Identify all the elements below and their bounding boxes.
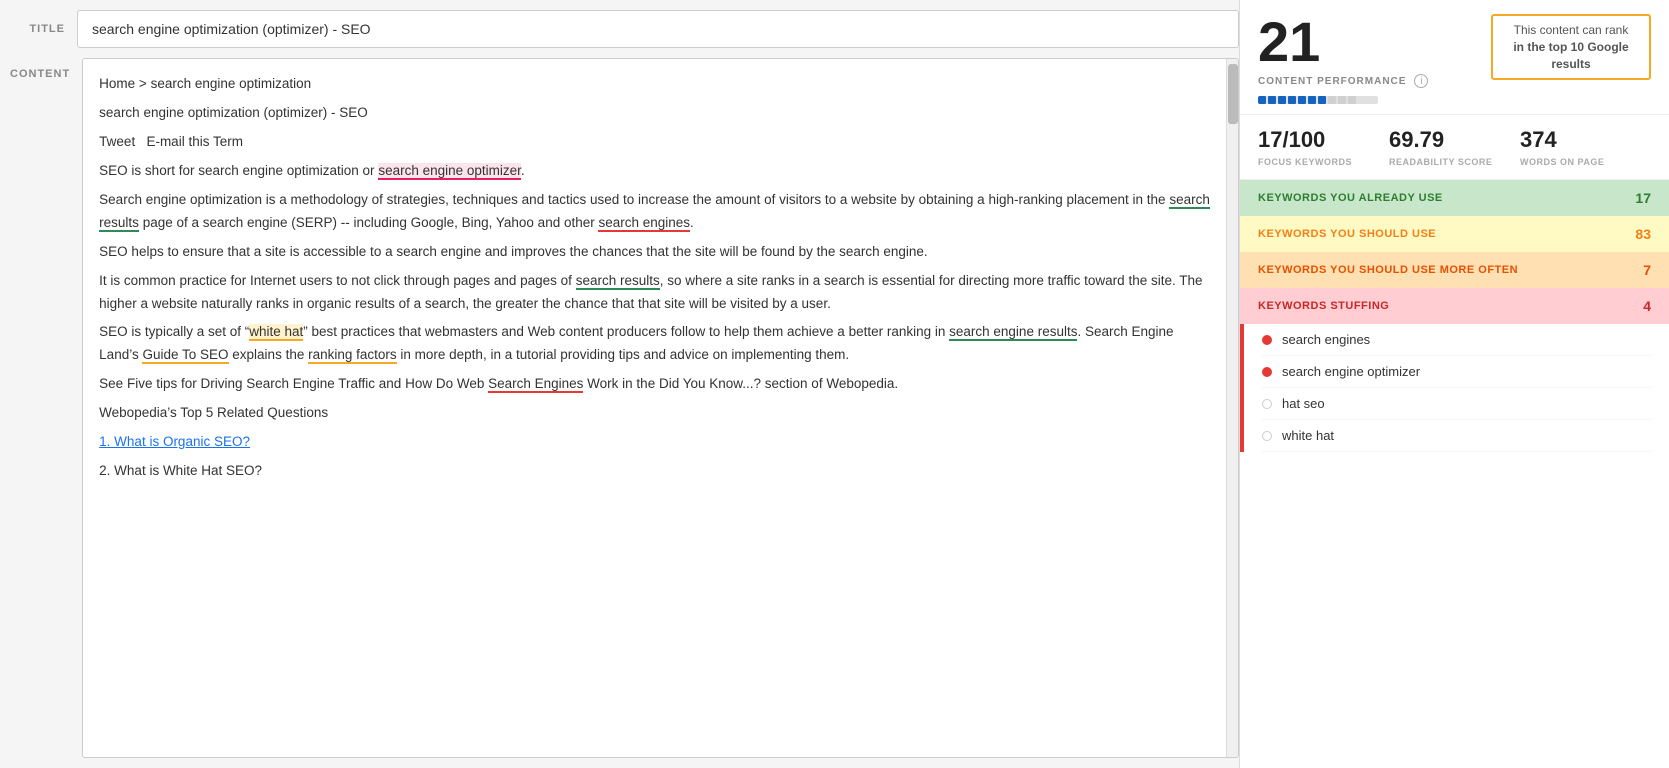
scrollbar-thumb (1228, 64, 1238, 124)
metric-words-label: WORDS ON PAGE (1520, 157, 1651, 167)
stuffing-item-white-hat: white hat (1262, 420, 1651, 452)
stuffing-item-search-engine-optimizer: search engine optimizer (1262, 356, 1651, 388)
para-7: Webopedia’s Top 5 Related Questions (99, 402, 1210, 425)
kw-stuffing-items: search engines search engine optimizer h… (1240, 324, 1669, 452)
stuffing-item-search-engines: search engines (1262, 324, 1651, 356)
kw-should-label: KEYWORDS YOU SHOULD USE (1258, 228, 1635, 240)
dot-white-hat (1262, 431, 1272, 441)
stuffing-text-search-engines: search engines (1282, 332, 1370, 347)
score-header: 21 CONTENT PERFORMANCE i (1240, 0, 1669, 115)
metrics-row: 17/100 FOCUS KEYWORDS 69.79 READABILITY … (1240, 115, 1669, 180)
para-5: SEO is typically a set of “white hat” be… (99, 321, 1210, 367)
dot-search-engine-optimizer (1262, 367, 1272, 377)
kw-already-label: KEYWORDS YOU ALREADY USE (1258, 192, 1635, 204)
kw-stuffing-label: KEYWORDS STUFFING (1258, 300, 1643, 312)
rank-badge-line1: This content can rank (1514, 23, 1629, 37)
progress-segments (1258, 96, 1378, 104)
kw-already-use[interactable]: KEYWORDS YOU ALREADY USE 17 (1240, 180, 1669, 216)
para-6: See Five tips for Driving Search Engine … (99, 373, 1210, 396)
metric-focus-keywords: 17/100 FOCUS KEYWORDS (1258, 127, 1389, 167)
stuffing-text-search-engine-optimizer: search engine optimizer (1282, 364, 1420, 379)
breadcrumb: Home > search engine optimization (99, 73, 1210, 96)
stuffing-item-hat-seo: hat seo (1262, 388, 1651, 420)
title-input[interactable] (77, 10, 1239, 48)
hl-search-results-2: search results (576, 273, 660, 290)
rank-badge: This content can rank in the top 10 Goog… (1491, 14, 1651, 80)
kw-stuffing[interactable]: KEYWORDS STUFFING 4 (1240, 288, 1669, 324)
progress-bar (1258, 96, 1378, 104)
kw-more-count: 7 (1643, 262, 1651, 278)
stuffing-text-hat-seo: hat seo (1282, 396, 1325, 411)
scrollbar[interactable] (1226, 59, 1238, 757)
hl-guide-to-seo: Guide To SEO (142, 347, 228, 364)
para-4: It is common practice for Internet users… (99, 270, 1210, 316)
stuffing-text-white-hat: white hat (1282, 428, 1334, 443)
metric-focus-keywords-value: 17/100 (1258, 127, 1389, 153)
kw-should-count: 83 (1635, 226, 1651, 242)
metric-focus-keywords-label: FOCUS KEYWORDS (1258, 157, 1389, 167)
hl-ranking-factors: ranking factors (308, 347, 397, 364)
score-block: 21 CONTENT PERFORMANCE i (1258, 14, 1428, 104)
social-links: Tweet E-mail this Term (99, 131, 1210, 154)
hl-search-engine-results: search engine results (949, 324, 1077, 341)
score-number: 21 (1258, 14, 1428, 70)
kw-already-count: 17 (1635, 190, 1651, 206)
rank-badge-line2: in the top 10 Google results (1513, 40, 1628, 71)
title-row: TITLE (10, 10, 1239, 48)
para-2: Search engine optimization is a methodol… (99, 189, 1210, 235)
metric-readability: 69.79 READABILITY SCORE (1389, 127, 1520, 167)
page-subtitle: search engine optimization (optimizer) -… (99, 102, 1210, 125)
hl-search-engines-1: search engines (598, 215, 690, 232)
para-1: SEO is short for search engine optimizat… (99, 160, 1210, 183)
kw-should-use[interactable]: KEYWORDS YOU SHOULD USE 83 (1240, 216, 1669, 252)
metric-readability-value: 69.79 (1389, 127, 1520, 153)
right-panel: 21 CONTENT PERFORMANCE i (1239, 0, 1669, 768)
kw-stuffing-count: 4 (1643, 298, 1651, 314)
content-box: Home > search engine optimization search… (82, 58, 1239, 758)
performance-label: CONTENT PERFORMANCE (1258, 76, 1406, 87)
metric-words: 374 WORDS ON PAGE (1520, 127, 1651, 167)
dot-hat-seo (1262, 399, 1272, 409)
question-1: 1. What is Organic SEO? (99, 431, 1210, 454)
metric-readability-label: READABILITY SCORE (1389, 157, 1520, 167)
content-label: CONTENT (10, 58, 70, 80)
kw-should-use-more[interactable]: KEYWORDS YOU SHOULD USE MORE OFTEN 7 (1240, 252, 1669, 288)
title-label: TITLE (10, 23, 65, 35)
info-icon: i (1414, 74, 1428, 88)
dot-search-engines (1262, 335, 1272, 345)
content-text[interactable]: Home > search engine optimization search… (83, 59, 1226, 757)
question-2: 2. What is White Hat SEO? (99, 460, 1210, 483)
content-row: CONTENT Home > search engine optimizatio… (10, 58, 1239, 758)
hl-white-hat: white hat (249, 324, 303, 341)
hl-search-engine-optimizer: search engine optimizer (378, 163, 521, 180)
para-3: SEO helps to ensure that a site is acces… (99, 241, 1210, 264)
hl-search-engines-2: Search Engines (488, 376, 583, 393)
kw-more-label: KEYWORDS YOU SHOULD USE MORE OFTEN (1258, 264, 1643, 276)
left-panel: TITLE CONTENT Home > search engine optim… (0, 0, 1239, 768)
score-info: CONTENT PERFORMANCE i (1258, 70, 1428, 104)
metric-words-value: 374 (1520, 127, 1651, 153)
